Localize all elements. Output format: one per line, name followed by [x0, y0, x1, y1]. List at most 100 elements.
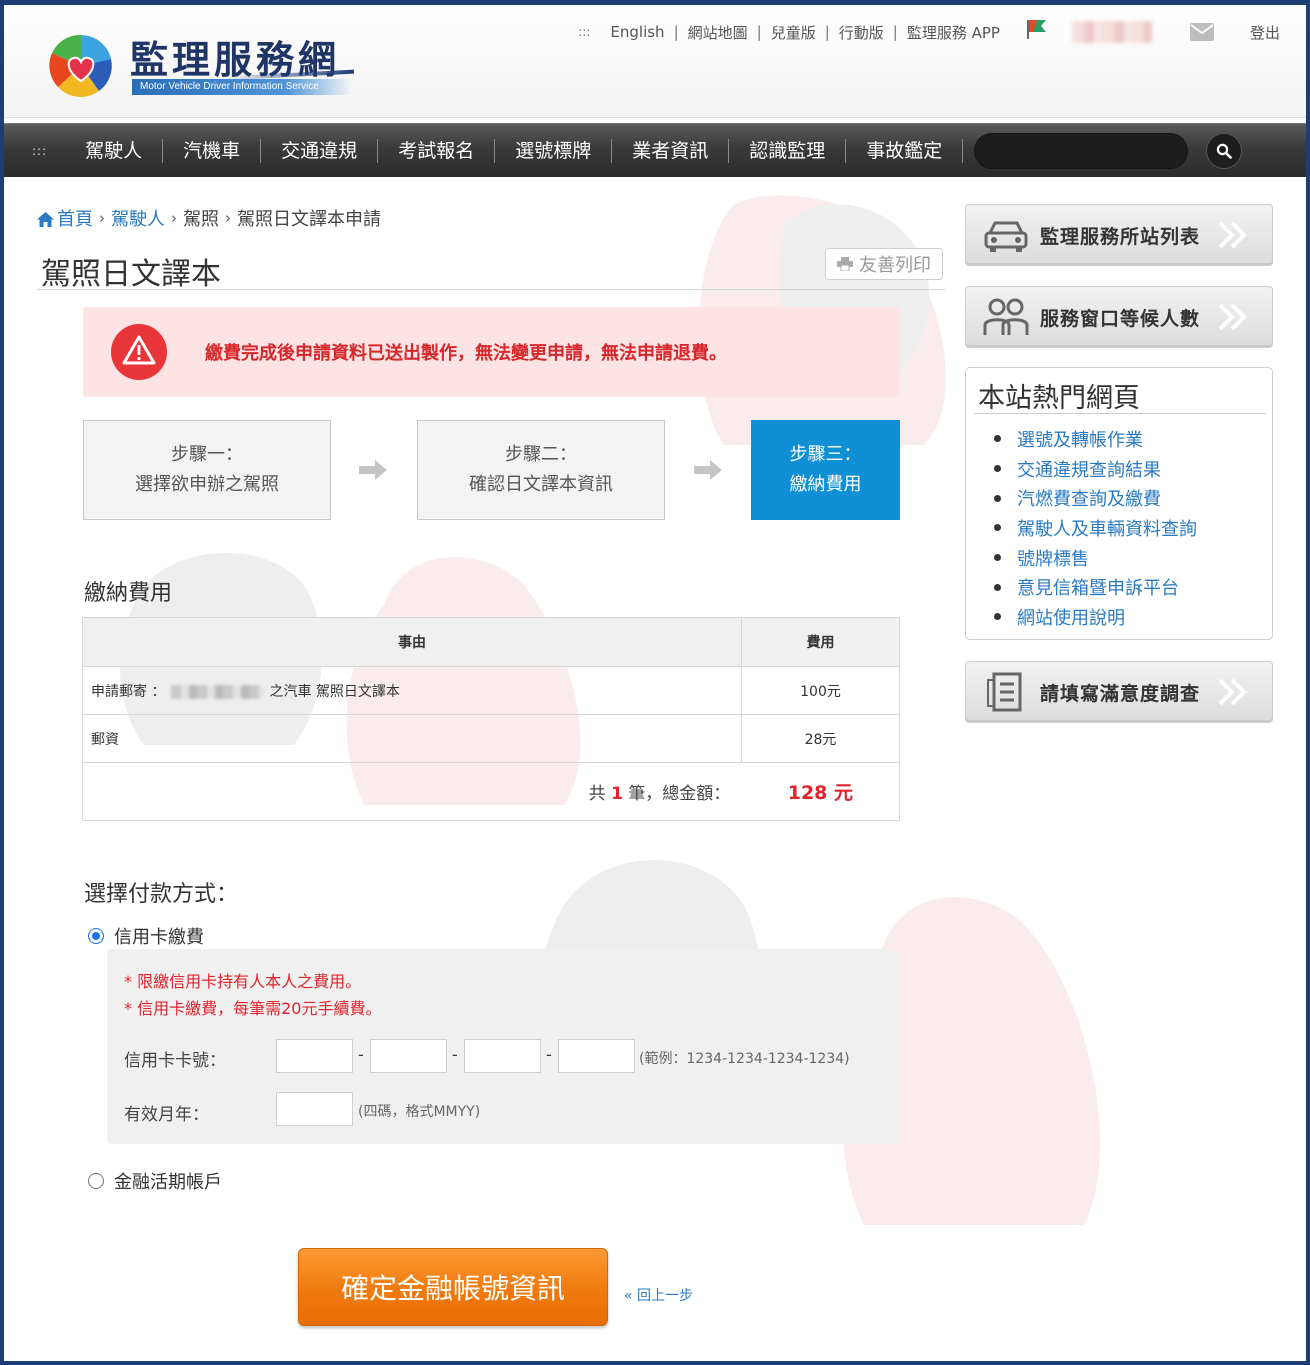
- site-header: 監理服務網 Motor Vehicle Driver Information S…: [4, 5, 1306, 118]
- nav-item-accident[interactable]: 事故鑑定: [846, 138, 964, 163]
- credit-card-panel: * 限繳信用卡持有人本人之費用。 * 信用卡繳費，每筆需20元手續費。 信用卡卡…: [107, 949, 899, 1144]
- total-row: 共 1 筆，總金額： 128 元: [82, 762, 900, 821]
- postage-desc: 郵資: [82, 714, 742, 763]
- postage-amount: 28元: [741, 714, 900, 763]
- card-number-input-1[interactable]: [276, 1039, 353, 1073]
- fee-section-title: 繳納費用: [84, 581, 173, 606]
- popular-link[interactable]: 汽燃費查詢及繳費: [1017, 485, 1161, 511]
- popular-link[interactable]: 號牌標售: [1017, 545, 1089, 571]
- logo-emblem-icon: [49, 34, 112, 97]
- fee-row-amount: 100元: [741, 666, 900, 715]
- list-item[interactable]: 汽燃費查詢及繳費: [994, 483, 1197, 513]
- nav-search-box: [974, 133, 1188, 169]
- breadcrumb-current: 駕照日文譯本申請: [237, 209, 381, 230]
- popular-link[interactable]: 選號及轉帳作業: [1017, 426, 1143, 452]
- back-link[interactable]: « 回上一步: [624, 1285, 693, 1305]
- list-item[interactable]: 意見信箱暨申訴平台: [994, 572, 1197, 602]
- payment-title: 選擇付款方式：: [84, 882, 239, 907]
- search-input[interactable]: [975, 134, 1187, 168]
- table-row: 郵資 28元: [82, 714, 900, 763]
- popular-link[interactable]: 駕駛人及車輛資料查詢: [1017, 515, 1197, 541]
- popular-pages-panel: 本站熱門網頁 選號及轉帳作業 交通違規查詢結果 汽燃費查詢及繳費 駕駛人及車輛資…: [965, 367, 1273, 640]
- breadcrumb-home[interactable]: 首頁: [57, 205, 93, 231]
- list-item[interactable]: 交通違規查詢結果: [994, 454, 1197, 484]
- list-item[interactable]: 網站使用說明: [994, 602, 1197, 632]
- row1-prefix: 申請郵寄 ：: [91, 683, 166, 700]
- queue-button[interactable]: 服務窗口等候人數: [965, 286, 1273, 348]
- credit-card-option[interactable]: 信用卡繳費: [88, 923, 204, 949]
- nav-item-driver[interactable]: 駕駛人: [65, 138, 164, 163]
- step-1: 步驟一： 選擇欲申辦之駕照: [83, 420, 331, 520]
- total-amount: 128 元: [787, 782, 853, 804]
- popular-link[interactable]: 網站使用說明: [1017, 604, 1125, 630]
- nav-item-plate[interactable]: 選號標牌: [495, 138, 613, 163]
- utility-links: ::: English | 網站地圖 | 兒童版 | 行動版 | 監理服務 AP…: [578, 18, 1280, 43]
- breadcrumb-separator: ›: [225, 209, 231, 227]
- step-1-label: 步驟一：: [171, 444, 243, 465]
- list-item[interactable]: 選號及轉帳作業: [994, 424, 1197, 454]
- nav-dots: :::: [32, 143, 48, 158]
- nav-item-business[interactable]: 業者資訊: [612, 138, 730, 163]
- row1-suffix: 之汽車 駕照日文譯本: [269, 683, 400, 700]
- nav-item-violation[interactable]: 交通違規: [261, 138, 379, 163]
- bank-account-option[interactable]: 金融活期帳戶: [88, 1168, 222, 1194]
- user-name-redacted: [1071, 21, 1152, 43]
- nav-item-exam[interactable]: 考試報名: [378, 138, 496, 163]
- list-item[interactable]: 駕駛人及車輛資料查詢: [994, 513, 1197, 543]
- breadcrumb-separator: ›: [171, 209, 177, 227]
- dash: -: [358, 1045, 364, 1064]
- confirm-button[interactable]: 確定金融帳號資訊: [298, 1248, 608, 1326]
- step-2-desc: 確認日文譯本資訊: [469, 474, 613, 495]
- nav-item-about[interactable]: 認識監理: [729, 138, 847, 163]
- link-sitemap[interactable]: 網站地圖: [688, 22, 748, 43]
- station-list-button[interactable]: 監理服務所站列表: [965, 204, 1273, 266]
- note-cardholder: * 限繳信用卡持有人本人之費用。: [124, 972, 362, 991]
- breadcrumb-driver[interactable]: 駕駛人: [111, 205, 165, 231]
- warning-alert: 繳費完成後申請資料已送出製作，無法變更申請，無法申請退費。: [83, 307, 899, 397]
- link-mobile[interactable]: 行動版: [839, 22, 884, 43]
- site-logo[interactable]: 監理服務網 Motor Vehicle Driver Information S…: [44, 29, 364, 103]
- link-app[interactable]: 監理服務 APP: [907, 22, 1000, 43]
- double-chevron-right-icon: [1218, 221, 1247, 249]
- printer-icon: [837, 257, 853, 271]
- search-button[interactable]: [1206, 133, 1242, 169]
- popular-pages-list: 選號及轉帳作業 交通違規查詢結果 汽燃費查詢及繳費 駕駛人及車輛資料查詢 號牌標…: [994, 424, 1197, 632]
- popular-link[interactable]: 交通違規查詢結果: [1017, 456, 1161, 482]
- card-number-input-3[interactable]: [464, 1039, 541, 1073]
- popular-pages-divider: [974, 413, 1266, 414]
- nav-item-vehicle[interactable]: 汽機車: [163, 138, 262, 163]
- double-chevron-right-icon: [1218, 303, 1247, 331]
- utility-dots: :::: [578, 25, 591, 39]
- link-kids[interactable]: 兒童版: [771, 22, 816, 43]
- popular-link[interactable]: 意見信箱暨申訴平台: [1017, 574, 1179, 600]
- col-reason: 事由: [82, 617, 742, 667]
- list-item[interactable]: 號牌標售: [994, 543, 1197, 573]
- print-button[interactable]: 友善列印: [825, 248, 943, 280]
- link-english[interactable]: English: [610, 23, 664, 41]
- separator: |: [756, 23, 762, 41]
- member-flag-icon[interactable]: [1024, 18, 1048, 40]
- total-mid: 筆，總金額：: [628, 784, 731, 804]
- breadcrumb-separator: ›: [99, 209, 105, 227]
- survey-button[interactable]: 請填寫滿意度調查: [965, 661, 1273, 723]
- browser-frame: 監理服務網 Motor Vehicle Driver Information S…: [0, 0, 1310, 1365]
- card-number-hint: (範例：1234-1234-1234-1234): [639, 1051, 850, 1067]
- alert-text: 繳費完成後申請資料已送出製作，無法變更申請，無法申請退費。: [205, 343, 727, 364]
- step-3-current: 步驟三： 繳納費用: [751, 420, 900, 520]
- bank-account-radio[interactable]: [88, 1173, 104, 1189]
- home-icon[interactable]: [37, 212, 54, 227]
- credit-card-radio[interactable]: [88, 928, 104, 944]
- expiry-hint: (四碼，格式MMYY): [358, 1104, 481, 1120]
- double-chevron-right-icon: [1218, 678, 1247, 706]
- mail-icon[interactable]: [1189, 23, 1214, 41]
- col-fee: 費用: [741, 617, 900, 667]
- expiry-input[interactable]: [276, 1092, 353, 1126]
- card-number-input-4[interactable]: [558, 1039, 635, 1073]
- separator: |: [892, 23, 898, 41]
- card-number-input-2[interactable]: [370, 1039, 447, 1073]
- logout-link[interactable]: 登出: [1250, 22, 1280, 43]
- arrow-right-icon: [694, 460, 722, 480]
- step-2-label: 步驟二：: [505, 444, 577, 465]
- card-number-label: 信用卡卡號：: [124, 1051, 226, 1071]
- search-icon: [1216, 143, 1232, 159]
